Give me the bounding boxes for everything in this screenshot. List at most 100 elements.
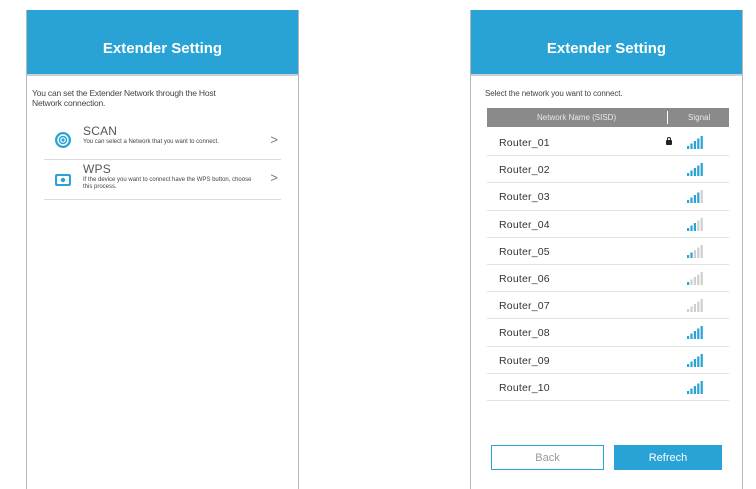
signal-bar [700,380,703,394]
signal-bar [693,358,696,367]
scan-option-description: You can select a Network that you want t… [83,139,219,145]
signal-bar [690,225,693,231]
signal-bar [697,383,700,394]
signal-bar [697,192,700,204]
signal-bar [687,146,690,149]
signal-bar [690,361,693,367]
network-row[interactable]: Router_07 [487,292,729,320]
signal-bar [697,301,700,313]
signal-bar [700,271,703,285]
signal-bar [693,168,696,177]
signal-bar [697,356,700,367]
network-row[interactable]: Router_01 [487,129,729,157]
back-button[interactable]: Back [491,445,604,470]
network-name: Router_10 [499,381,550,394]
network-name: Router_03 [499,191,550,204]
network-name: Router_05 [499,245,550,258]
signal-bar [690,333,693,340]
network-name: Router_04 [499,218,550,231]
signal-strength-icon [687,190,703,204]
signal-bar [687,390,690,394]
signal-bar [690,279,693,285]
network-table-header: Network Name (SISD) Signal [487,108,729,127]
refresh-button[interactable]: Refrech [614,445,722,470]
network-name: Router_06 [499,272,550,285]
signal-bar [690,306,693,313]
network-row[interactable]: Router_05 [487,238,729,265]
chevron-right-icon: > [270,132,278,147]
network-row[interactable]: Router_08 [487,319,729,347]
signal-bar [693,385,696,394]
signal-bar [690,252,693,258]
signal-bar [687,227,690,231]
signal-bar [700,326,703,340]
signal-bar [700,353,703,367]
extender-setting-screen: Extender Setting You can set the Extende… [26,10,299,489]
scan-option-title: SCAN [83,124,118,138]
signal-bar [690,143,693,149]
signal-bar [700,163,703,177]
scan-option[interactable]: SCAN You can select a Network that you w… [44,122,281,160]
network-row[interactable]: Router_06 [487,265,729,293]
signal-bar [697,247,700,258]
network-name: Router_09 [499,354,550,367]
intro-text: You can set the Extender Network through… [32,88,216,108]
signal-strength-icon [687,380,703,394]
signal-bar [690,388,693,394]
signal-bar [693,304,696,313]
wps-option-title: WPS [83,162,111,176]
signal-bar [693,249,696,258]
signal-strength-icon [687,244,703,258]
signal-bar [687,309,690,313]
network-row[interactable]: Router_04 [487,211,729,238]
wps-icon [55,174,71,186]
signal-strength-icon [687,299,703,313]
signal-strength-icon [687,217,703,231]
wps-option-description: If the device you want to connect have t… [83,177,252,190]
network-row[interactable]: Router_10 [487,374,729,401]
signal-bar [687,254,690,258]
signal-bar [700,217,703,231]
signal-bar [697,274,700,285]
network-name: Router_02 [499,164,550,177]
scan-icon [55,132,71,148]
network-list: Router_01 Router_02 Router_03 Router_04 Rout… [487,129,729,401]
signal-bar [687,363,690,367]
signal-bar [700,244,703,258]
signal-bar [687,281,690,285]
network-row[interactable]: Router_02 [487,156,729,184]
signal-bar [697,138,700,149]
header-title: Extender Setting [471,10,742,76]
column-header-name: Network Name (SISD) [537,113,617,122]
signal-bar [690,170,693,177]
chevron-right-icon: > [270,170,278,185]
network-row[interactable]: Router_03 [487,183,729,211]
signal-strength-icon [687,163,703,177]
signal-bar [687,173,690,177]
signal-bar [697,165,700,177]
lock-icon [666,137,672,145]
signal-bar [687,200,690,204]
signal-bar [697,220,700,231]
signal-bar [693,195,696,204]
signal-bar [700,190,703,204]
network-row[interactable]: Router_09 [487,347,729,374]
signal-strength-icon [687,136,703,149]
signal-strength-icon [687,353,703,367]
wps-option[interactable]: WPS If the device you want to connect ha… [44,160,281,200]
network-select-screen: Extender Setting Select the network you … [470,10,743,489]
column-divider [667,111,668,124]
signal-bar [697,328,700,340]
signal-bar [690,197,693,204]
signal-bar [687,336,690,340]
signal-bar [700,299,703,313]
network-name: Router_08 [499,327,550,340]
signal-bar [693,141,696,149]
signal-bar [700,136,703,149]
signal-bar [693,276,696,285]
signal-strength-icon [687,271,703,285]
network-name: Router_07 [499,300,550,313]
select-prompt: Select the network you want to connect. [485,89,623,98]
column-header-signal: Signal [688,113,711,122]
signal-strength-icon [687,326,703,340]
